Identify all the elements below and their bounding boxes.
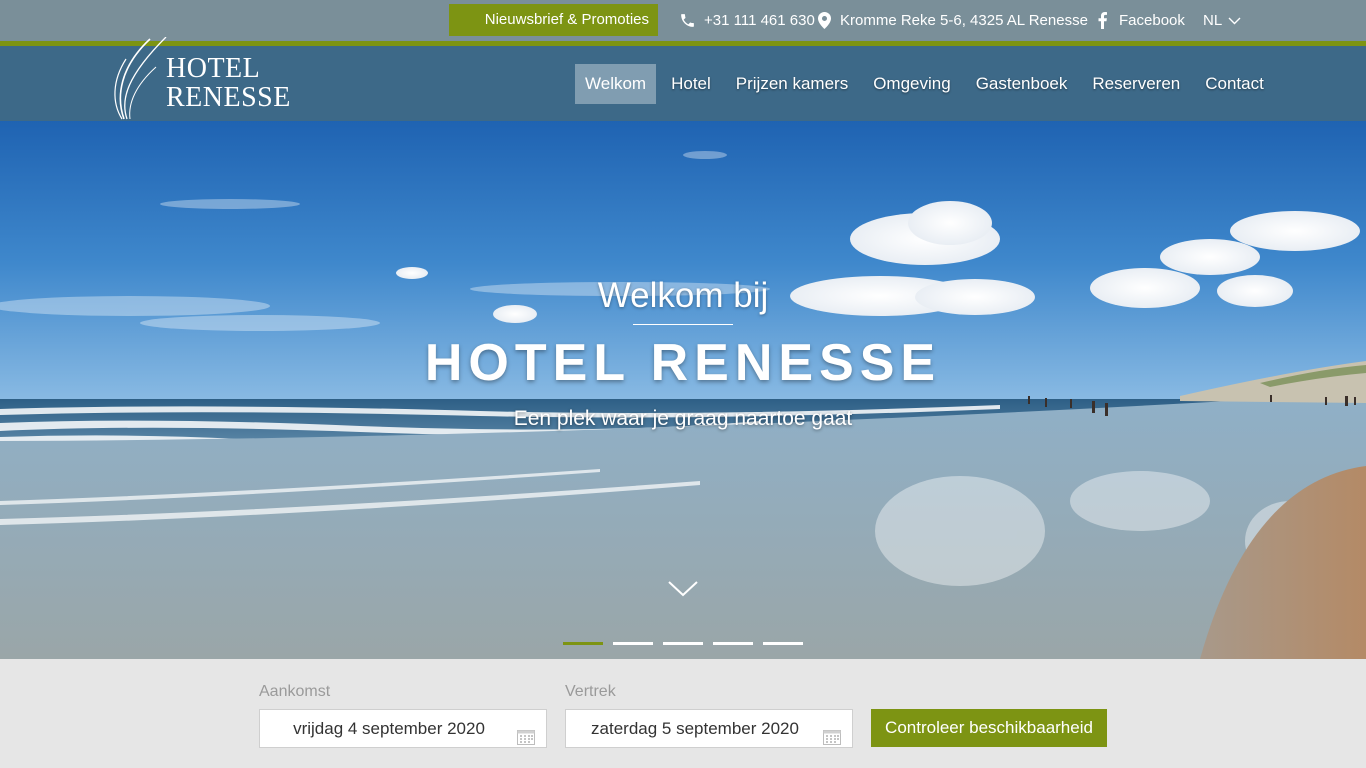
nav-item-reserveren[interactable]: Reserveren [1082,64,1190,104]
logo-line-hotel: HOTEL [166,53,261,84]
nav-item-omgeving[interactable]: Omgeving [863,64,960,104]
chevron-down-icon [1228,17,1241,25]
nav-item-contact[interactable]: Contact [1195,64,1274,104]
address-link[interactable]: Kromme Reke 5-6, 4325 AL Renesse [818,0,1088,41]
departure-label: Vertrek [565,683,616,700]
calendar-icon[interactable] [823,721,841,745]
slide-indicator-2[interactable] [613,642,653,645]
logo-wordmark: HOTEL RENESSE [166,54,291,112]
booking-bar: Aankomst vrijdag 4 september 2020 Vertre… [0,659,1366,768]
language-label: NL [1203,12,1223,29]
slide-indicator-1[interactable] [563,642,603,645]
hero-title: HOTEL RENESSE [424,334,942,392]
address-text: Kromme Reke 5-6, 4325 AL Renesse [840,12,1088,29]
newsletter-promotions-button[interactable]: Nieuwsbrief & Promoties [449,4,658,36]
arrival-label: Aankomst [259,683,331,700]
facebook-icon [1098,12,1107,29]
arrival-date-value: vrijdag 4 september 2020 [293,719,485,738]
map-pin-icon [818,12,831,29]
nav-item-prijzen-kamers[interactable]: Prijzen kamers [726,64,858,104]
phone-number: +31 111 461 630 [704,12,815,29]
departure-date-field[interactable]: zaterdag 5 september 2020 [565,709,853,748]
arrival-date-field[interactable]: vrijdag 4 september 2020 [259,709,547,748]
facebook-link[interactable]: Facebook [1098,0,1185,41]
nav-item-gastenboek[interactable]: Gastenboek [966,64,1078,104]
hero-subtitle: Een plek waar je graag naartoe gaat [513,407,853,430]
language-selector[interactable]: NL [1203,0,1241,41]
top-utility-bar: Nieuwsbrief & Promoties +31 111 461 630 … [0,0,1366,41]
reed-logo-icon [114,37,167,120]
nav-item-welkom[interactable]: Welkom [575,64,657,104]
departure-date-value: zaterdag 5 september 2020 [591,719,799,738]
calendar-icon[interactable] [517,721,535,745]
slide-indicator-5[interactable] [763,642,803,645]
hotel-logo[interactable]: HOTEL RENESSE [110,37,300,123]
slide-indicator-3[interactable] [663,642,703,645]
facebook-label: Facebook [1119,12,1185,29]
nav-item-hotel[interactable]: Hotel [661,64,721,104]
check-availability-button[interactable]: Controleer beschikbaarheid [871,709,1107,747]
phone-link[interactable]: +31 111 461 630 [679,0,815,41]
hero-divider [633,324,733,325]
hero-slider: Welkom bij HOTEL RENESSE Een plek waar j… [0,121,1366,659]
slider-pagination [563,642,813,645]
phone-icon [679,12,696,29]
slide-indicator-4[interactable] [713,642,753,645]
main-menu: Welkom Hotel Prijzen kamers Omgeving Gas… [575,64,1279,104]
scroll-down-icon[interactable] [667,579,699,599]
hero-kicker: Welkom bij [597,276,769,315]
logo-line-renesse: RENESSE [166,82,291,113]
